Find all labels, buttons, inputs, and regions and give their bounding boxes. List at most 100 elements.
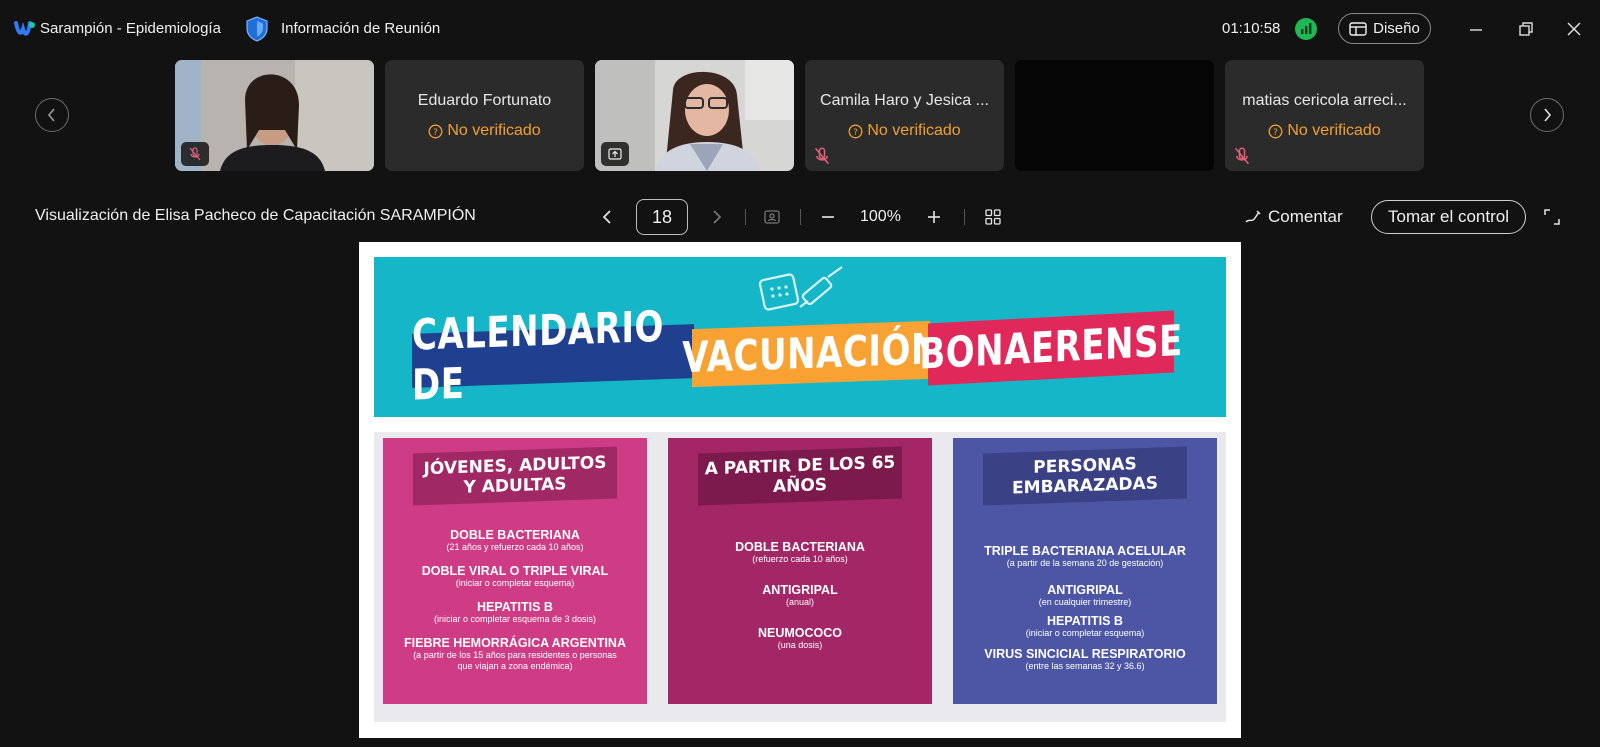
vaccine-title: DOBLE BACTERIANA xyxy=(735,540,865,554)
layout-button[interactable]: Diseño xyxy=(1338,13,1431,44)
meeting-timer: 01:10:58 xyxy=(1222,20,1281,37)
toolbar-divider xyxy=(800,209,801,225)
annotate-button[interactable] xyxy=(760,205,784,229)
minus-icon xyxy=(822,216,834,218)
column-young-adults: JÓVENES, ADULTOS Y ADULTAS DOBLE BACTERI… xyxy=(383,438,647,704)
participant-status: ? No verificado xyxy=(385,122,584,140)
participant-tile-6[interactable]: matias cericola arreci... ? No verificad… xyxy=(1225,60,1424,171)
svg-text:?: ? xyxy=(853,128,858,138)
vaccine-note: (iniciar o completar esquema) xyxy=(1025,628,1145,638)
banner-word-3: BONAERENSE xyxy=(919,310,1183,386)
vaccine-note: (a partir de la semana 20 de gestación) xyxy=(1006,558,1164,568)
take-control-button[interactable]: Tomar el control xyxy=(1371,200,1526,234)
participant-status-label: No verificado xyxy=(1287,122,1381,139)
vaccine-item: FIEBRE HEMORRÁGICA ARGENTINA (a partir de… xyxy=(383,636,647,672)
participants-next-button[interactable] xyxy=(1530,98,1564,132)
vaccine-item: ANTIGRIPAL (anual) xyxy=(668,583,932,608)
banner-word-1: CALENDARIO DE xyxy=(412,302,694,411)
grid-icon xyxy=(985,209,1001,225)
vaccine-note: (entre las semanas 32 y 36.6) xyxy=(1025,661,1145,671)
column-over-65: A PARTIR DE LOS 65 AÑOS DOBLE BACTERIANA… xyxy=(668,438,932,704)
mic-muted-icon xyxy=(814,147,830,165)
vaccine-item: ANTIGRIPAL (en cualquier trimestre) xyxy=(953,583,1217,608)
vaccine-item: DOBLE BACTERIANA (refuerzo cada 10 años) xyxy=(668,540,932,565)
warning-circle-icon: ? xyxy=(428,124,443,138)
banner-word-1-text: CALENDARIO DE xyxy=(412,302,664,411)
vaccine-note: (a partir de los 15 años para residentes… xyxy=(413,650,617,671)
vaccine-item: NEUMOCOCO (una dosis) xyxy=(668,626,932,651)
warning-circle-icon: ? xyxy=(1268,124,1283,138)
fullscreen-icon[interactable] xyxy=(1543,208,1561,226)
participant-name: matias cericola arreci... xyxy=(1242,92,1407,109)
prev-page-button[interactable] xyxy=(596,205,620,229)
participants-prev-button[interactable] xyxy=(35,98,69,132)
network-quality-icon[interactable] xyxy=(1295,18,1317,40)
vaccine-title: DOBLE VIRAL O TRIPLE VIRAL xyxy=(421,564,609,578)
vaccine-note: (en cualquier trimestre) xyxy=(1038,597,1132,607)
calendar-syringe-icon xyxy=(758,266,843,311)
participant-tile-4[interactable]: Camila Haro y Jesica ... ? No verificado xyxy=(805,60,1004,171)
mic-muted-icon xyxy=(189,147,201,161)
vaccine-item: TRIPLE BACTERIANA ACELULAR (a partir de l… xyxy=(953,544,1217,569)
vaccine-note: (iniciar o completar esquema) xyxy=(455,578,575,588)
annotate-pen-icon xyxy=(1245,210,1261,223)
vaccine-list: DOBLE BACTERIANA (21 años y refuerzo cada… xyxy=(383,528,647,683)
participant-tile-video-3[interactable] xyxy=(595,60,794,171)
comment-button[interactable]: Comentar xyxy=(1244,207,1343,227)
column-heading: JÓVENES, ADULTOS Y ADULTAS xyxy=(413,446,617,506)
chevron-left-icon xyxy=(602,210,611,224)
shared-slide: CALENDARIO DE VACUNACIÓN BONAERENSE JÓVE… xyxy=(359,242,1241,738)
vaccine-title: VIRUS SINCICIAL RESPIRATORIO xyxy=(984,647,1186,661)
vaccine-title: ANTIGRIPAL xyxy=(762,583,838,597)
vaccine-list: TRIPLE BACTERIANA ACELULAR (a partir de l… xyxy=(953,544,1217,683)
layout-icon xyxy=(1349,21,1367,36)
vaccine-note: (refuerzo cada 10 años) xyxy=(752,554,848,564)
participant-name: Eduardo Fortunato xyxy=(417,92,552,109)
restore-icon xyxy=(1519,22,1533,36)
svg-text:?: ? xyxy=(1273,128,1278,138)
slide-header: CALENDARIO DE VACUNACIÓN BONAERENSE xyxy=(374,257,1226,417)
meeting-info-link[interactable]: Información de Reunión xyxy=(281,20,440,37)
title-bar: Sarampión - Epidemiología Información de… xyxy=(0,0,1600,58)
vaccine-title: FIEBRE HEMORRÁGICA ARGENTINA xyxy=(404,636,626,650)
vaccine-title: HEPATITIS B xyxy=(1047,614,1123,628)
vaccine-title: TRIPLE BACTERIANA ACELULAR xyxy=(984,544,1186,558)
slide-body: JÓVENES, ADULTOS Y ADULTAS DOBLE BACTERI… xyxy=(374,432,1226,722)
vaccine-note: (anual) xyxy=(785,597,814,607)
minimize-button[interactable] xyxy=(1465,18,1487,40)
vaccine-item: DOBLE VIRAL O TRIPLE VIRAL (iniciar o com… xyxy=(383,564,647,589)
vaccine-item: DOBLE BACTERIANA (21 años y refuerzo cada… xyxy=(383,528,647,553)
zoom-out-button[interactable] xyxy=(816,205,840,229)
zoom-level: 100% xyxy=(860,208,901,225)
vaccine-item: HEPATITIS B (iniciar o completar esquema … xyxy=(383,600,647,625)
muted-indicator xyxy=(181,142,209,166)
column-heading: PERSONAS EMBARAZADAS xyxy=(983,446,1187,506)
vaccine-note: (una dosis) xyxy=(777,640,823,650)
close-button[interactable] xyxy=(1563,18,1585,40)
share-title: Visualización de Elisa Pacheco de Capaci… xyxy=(35,207,476,224)
webex-logo-icon xyxy=(14,21,35,36)
shield-icon[interactable] xyxy=(246,16,268,42)
next-page-button[interactable] xyxy=(704,205,728,229)
app-title: Sarampión - Epidemiología xyxy=(40,20,221,37)
participant-status: ? No verificado xyxy=(805,122,1004,140)
chevron-left-icon xyxy=(47,108,55,122)
participant-tile-2[interactable]: Eduardo Fortunato ? No verificado xyxy=(385,60,584,171)
close-icon xyxy=(1567,22,1581,36)
vaccine-title: DOBLE BACTERIANA xyxy=(450,528,580,542)
zoom-in-button[interactable] xyxy=(922,205,946,229)
participant-tile-5[interactable] xyxy=(1015,60,1214,171)
comment-label: Comentar xyxy=(1268,207,1343,226)
minimize-icon xyxy=(1470,29,1482,31)
participant-tile-video-1[interactable] xyxy=(175,60,374,171)
plus-icon xyxy=(928,211,940,223)
participant-name: Camila Haro y Jesica ... xyxy=(820,92,989,109)
screen-share-indicator xyxy=(601,142,629,166)
thumbnails-button[interactable] xyxy=(981,205,1005,229)
page-number-input[interactable]: 18 xyxy=(636,199,688,235)
restore-button[interactable] xyxy=(1515,18,1537,40)
participant-status-label: No verificado xyxy=(867,122,961,139)
vaccine-list: DOBLE BACTERIANA (refuerzo cada 10 años) … xyxy=(668,540,932,662)
warning-circle-icon: ? xyxy=(848,124,863,138)
banner-word-3-text: BONAERENSE xyxy=(919,316,1183,380)
